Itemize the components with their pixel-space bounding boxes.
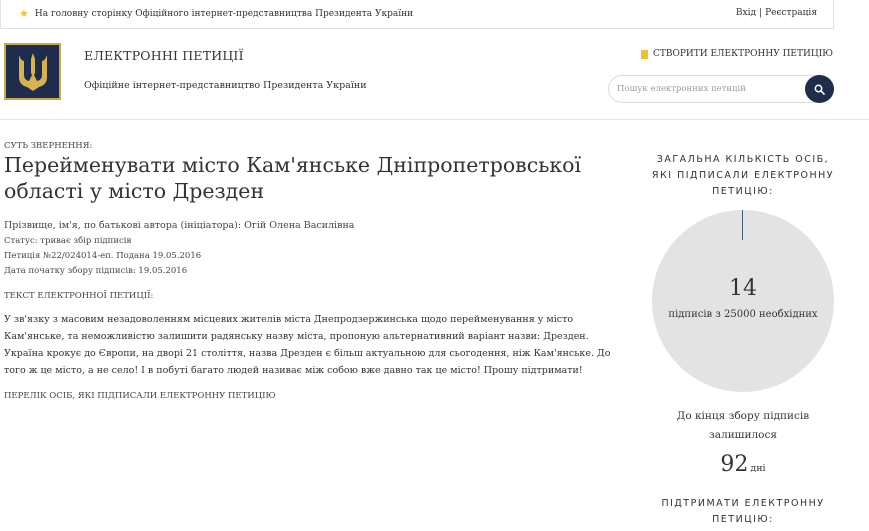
petition-status: Статус: триває збір підписів <box>4 236 132 246</box>
support-heading: ПІДТРИМАТИ ЕЛЕКТРОННУ ПЕТИЦІЮ: <box>661 498 825 525</box>
search-input[interactable] <box>617 82 802 96</box>
progress-tick <box>742 210 743 240</box>
signature-count: 14 <box>729 276 757 301</box>
petition-author: Прізвище, ім'я, по батькові автора (ініц… <box>4 220 355 231</box>
days-left-number: 92 <box>720 452 749 477</box>
essence-label: СУТЬ ЗВЕРНЕННЯ: <box>4 141 93 151</box>
petition-start-date: Дата початку збору підписів: 19.05.2016 <box>4 266 188 276</box>
petition-text-label: ТЕКСТ ЕЛЕКТРОННОЇ ПЕТИЦІЇ: <box>4 291 154 301</box>
register-link[interactable]: Реєстрація <box>765 8 817 18</box>
petition-text: У зв'язку з масовим незадоволенням місце… <box>4 314 611 376</box>
create-petition-label: СТВОРИТИ ЕЛЕКТРОННУ ПЕТИЦІЮ <box>652 49 833 59</box>
site-title[interactable]: ЕЛЕКТРОННІ ПЕТИЦІЇ <box>84 48 244 63</box>
search-icon <box>814 84 825 95</box>
petition-title: Перейменувати місто Кам'янське Дніпропет… <box>4 153 582 203</box>
login-link[interactable]: Вхід <box>736 8 756 18</box>
auth-links: Вхід | Реєстрація <box>736 8 817 18</box>
total-signers-heading: ЗАГАЛЬНА КІЛЬКІСТЬ ОСІБ, ЯКІ ПІДПИСАЛИ Е… <box>651 154 835 197</box>
days-left-unit: дні <box>750 463 766 474</box>
days-left: 92 дні <box>650 452 836 477</box>
signers-list-link[interactable]: ПЕРЕЛІК ОСІБ, ЯКІ ПІДПИСАЛИ ЕЛЕКТРОННУ П… <box>4 391 276 401</box>
top-bar: ★ На головну сторінку Офіційного інтерне… <box>0 0 834 29</box>
home-link[interactable]: ★ На головну сторінку Офіційного інтерне… <box>19 8 413 19</box>
home-link-label: На головну сторінку Офіційного інтернет-… <box>34 8 414 19</box>
search-box <box>608 75 834 103</box>
remaining-label: До кінця збору підписів залишилося <box>676 410 810 441</box>
auth-separator: | <box>759 8 763 18</box>
trident-icon <box>18 52 47 91</box>
site-subtitle: Офіційне інтернет-представництво Президе… <box>84 80 367 91</box>
search-button[interactable] <box>805 75 834 103</box>
signatures-required-text: підписів з 25000 необхідних <box>668 309 818 320</box>
document-icon <box>640 49 648 59</box>
signature-progress-pie: 14 підписів з 25000 необхідних <box>652 210 834 392</box>
coat-of-arms-logo[interactable] <box>4 43 61 100</box>
petition-number: Петиція №22/024014-еп. Подана 19.05.2016 <box>4 251 202 261</box>
create-petition-button[interactable]: СТВОРИТИ ЕЛЕКТРОННУ ПЕТИЦІЮ <box>640 49 833 59</box>
header-divider <box>0 119 869 120</box>
star-icon: ★ <box>19 7 29 20</box>
